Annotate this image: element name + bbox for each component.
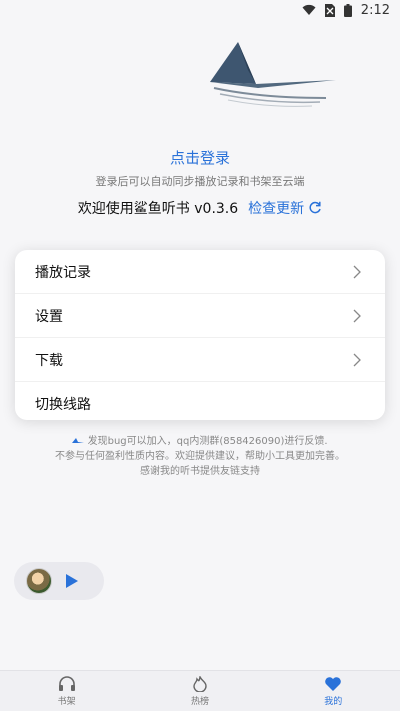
menu-item-label: 播放记录 — [35, 264, 91, 281]
check-update-button[interactable]: 检查更新 — [248, 198, 322, 218]
avatar[interactable] — [26, 568, 52, 594]
menu-card: 播放记录 设置 下载 切换线路 — [15, 250, 385, 420]
feedback-line-3: 感谢我的听书提供友链支持 — [140, 466, 260, 477]
play-icon[interactable] — [66, 574, 78, 588]
shark-mini-icon — [72, 438, 85, 443]
refresh-icon — [309, 201, 321, 214]
heart-icon — [325, 676, 342, 691]
chevron-right-icon — [353, 309, 361, 322]
wifi-icon — [302, 4, 316, 15]
tab-label: 书架 — [57, 696, 76, 707]
tab-mine[interactable]: 我的 — [303, 676, 363, 707]
tab-label: 热榜 — [190, 696, 209, 707]
tab-hot-list[interactable]: 热榜 — [170, 675, 230, 707]
status-bar: 2:12 — [0, 0, 400, 20]
feedback-text: 发现bug可以加入，qq内测群(858426090)进行反馈. 不参与任何盈利性… — [0, 434, 400, 479]
menu-item-label: 设置 — [35, 308, 63, 325]
welcome-text: 欢迎使用鲨鱼听书 v0.3.6 — [77, 201, 239, 217]
menu-item-label: 下载 — [35, 352, 63, 369]
feedback-line-2: 不参与任何盈利性质内容。欢迎提供建议，帮助小工具更加完善。 — [55, 451, 345, 462]
no-sim-icon — [324, 3, 335, 17]
headphones-icon — [58, 675, 75, 691]
version-row: 欢迎使用鲨鱼听书 v0.3.6 检查更新 — [0, 198, 400, 218]
menu-item-settings[interactable]: 设置 — [15, 294, 385, 338]
feedback-line-1: 发现bug可以加入，qq内测群(858426090)进行反馈. — [87, 436, 328, 447]
login-hint: 登录后可以自动同步播放记录和书架至云端 — [95, 175, 305, 188]
bottom-nav: 书架 热榜 我的 — [0, 670, 400, 711]
tab-label: 我的 — [324, 696, 343, 707]
menu-item-download[interactable]: 下载 — [15, 338, 385, 382]
chevron-right-icon — [353, 353, 361, 366]
check-update-label: 检查更新 — [248, 201, 305, 217]
flame-icon — [193, 675, 207, 692]
tab-bookshelf[interactable]: 书架 — [37, 675, 97, 707]
menu-item-label: 切换线路 — [35, 396, 91, 413]
menu-item-history[interactable]: 播放记录 — [15, 250, 385, 294]
shark-logo — [210, 42, 336, 107]
battery-icon — [343, 3, 352, 17]
login-link[interactable]: 点击登录 — [0, 147, 400, 168]
status-time: 2:12 — [360, 2, 390, 18]
mini-player[interactable] — [14, 562, 104, 600]
menu-item-switch-line[interactable]: 切换线路 — [15, 382, 385, 425]
chevron-right-icon — [353, 265, 361, 278]
